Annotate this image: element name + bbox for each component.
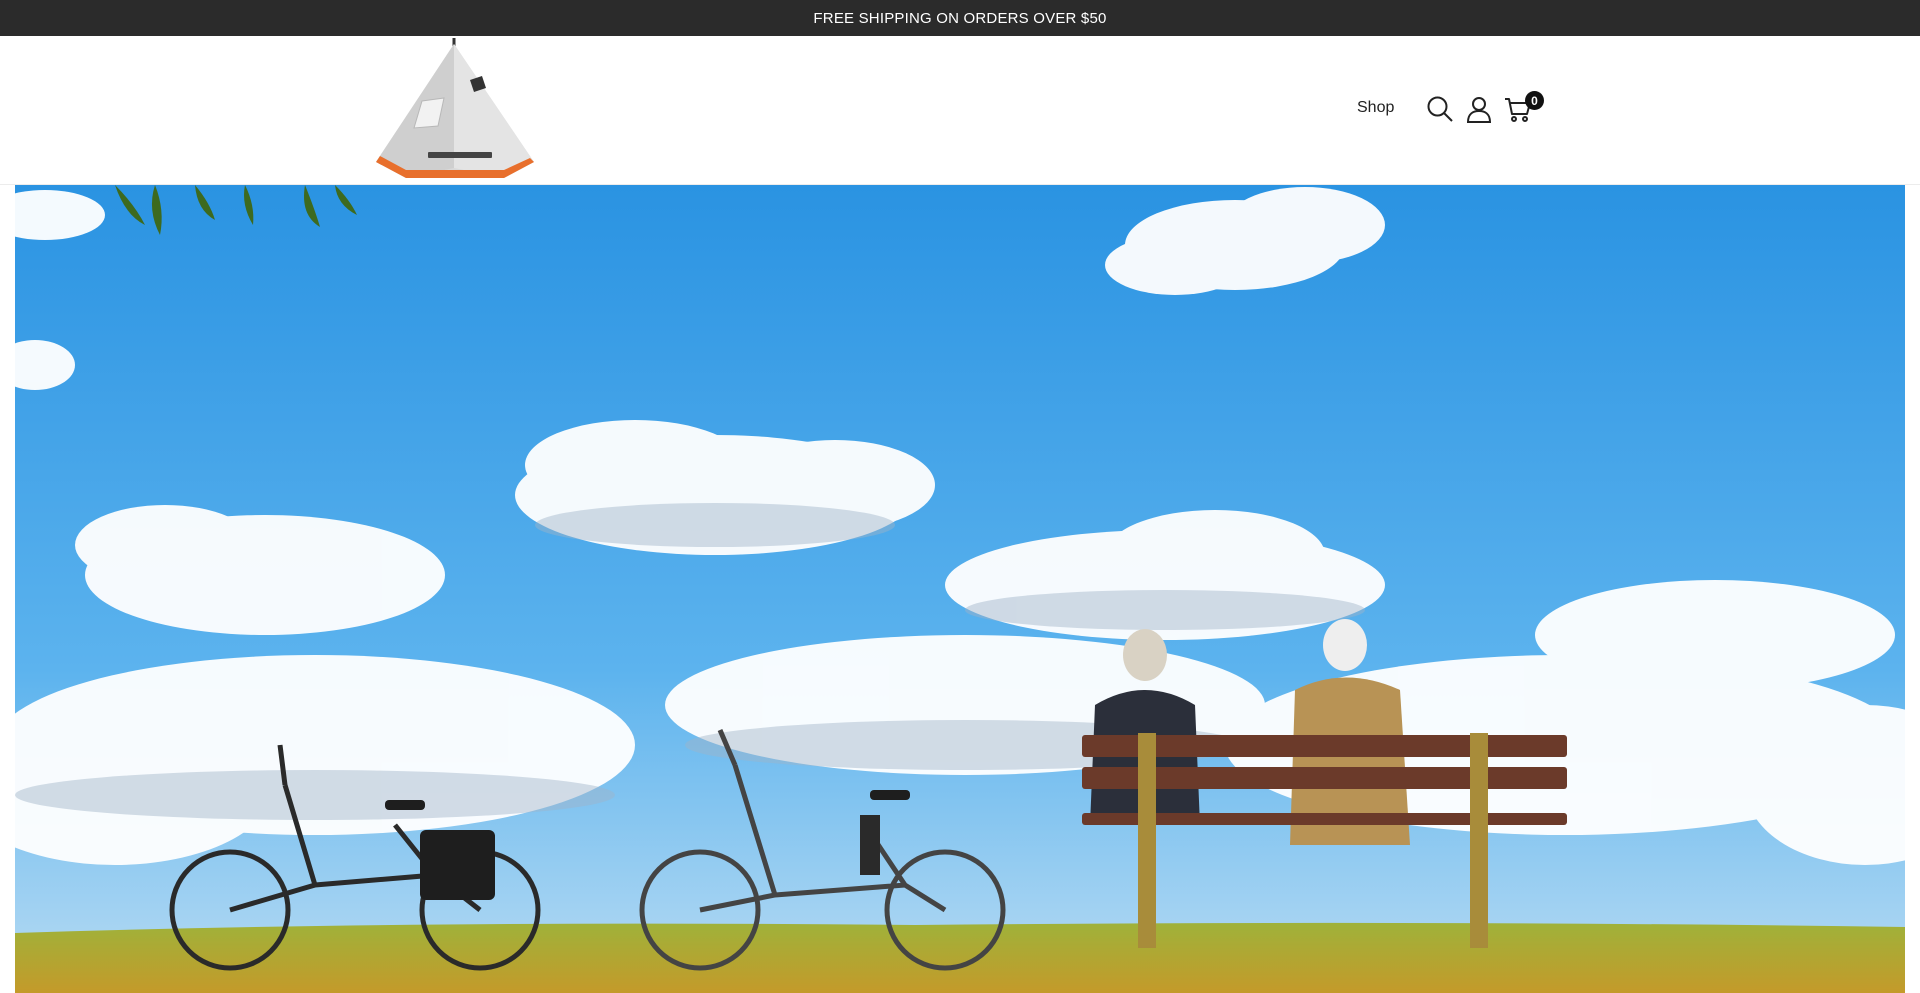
hero-banner[interactable] [15,185,1905,993]
hero-image [15,185,1905,993]
tent-logo-icon [376,38,534,178]
cart-count-badge: 0 [1525,91,1544,110]
search-icon[interactable] [1425,94,1455,124]
logo[interactable] [370,36,540,185]
user-icon[interactable] [1464,94,1494,124]
announcement-text: FREE SHIPPING ON ORDERS OVER $50 [813,9,1107,27]
site-header: Shop 0 [0,36,1920,185]
announcement-bar: FREE SHIPPING ON ORDERS OVER $50 [0,0,1920,36]
nav-shop-link[interactable]: Shop [1357,99,1394,117]
